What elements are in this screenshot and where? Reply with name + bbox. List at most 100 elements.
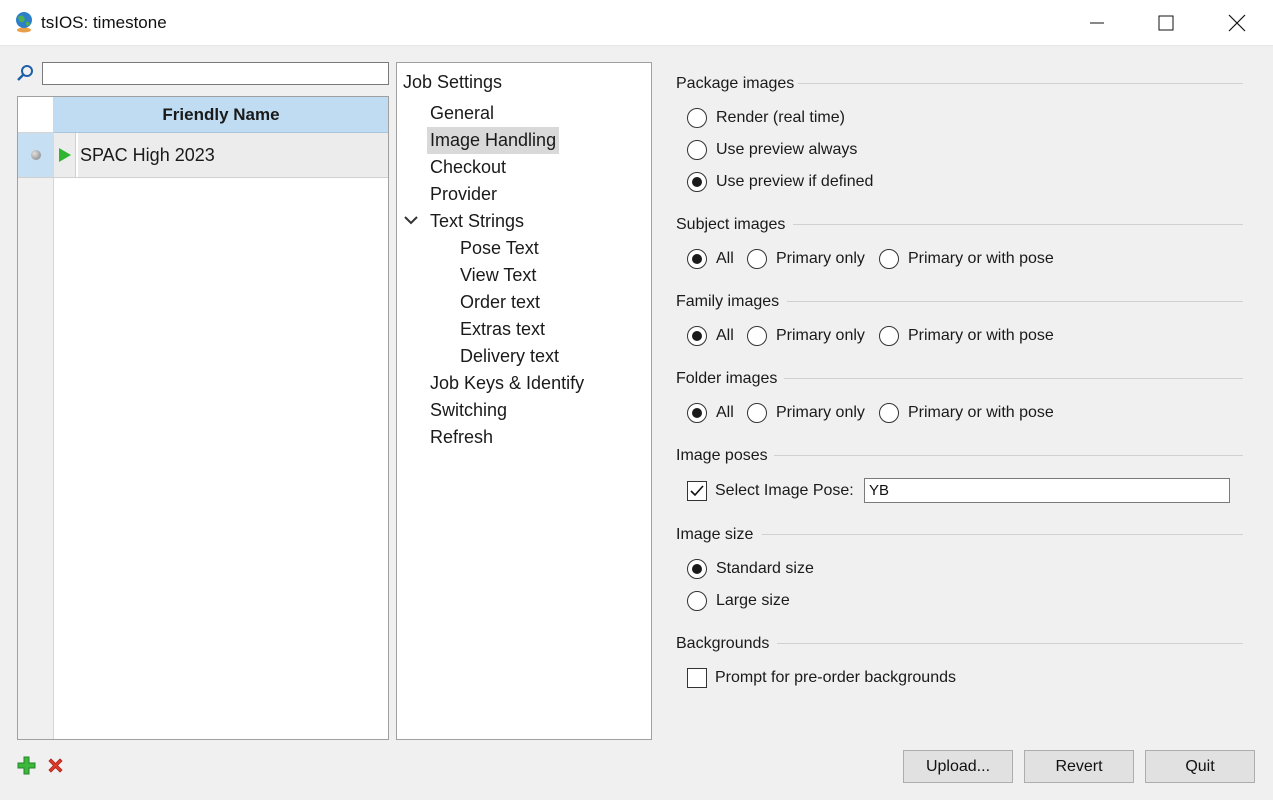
settings-tree[interactable]: Job Settings General Image Handling Chec… — [396, 62, 652, 740]
radio-render-real-time[interactable]: Render (real time) — [687, 107, 845, 129]
add-icon[interactable] — [17, 756, 36, 775]
row-indicator-icon — [31, 150, 41, 160]
checkbox-select-image-pose[interactable]: Select Image Pose: — [687, 480, 854, 502]
search-icon[interactable] — [16, 64, 34, 82]
row-status — [54, 133, 76, 177]
radio-label: Primary or with pose — [908, 404, 1054, 421]
radio-label: All — [716, 250, 734, 267]
row-friendly-name[interactable]: SPAC High 2023 — [78, 133, 388, 177]
radio-folder-primary-or-with-pose[interactable]: Primary or with pose — [879, 402, 1054, 424]
radio-circle-checked — [687, 559, 707, 579]
title-bar: tsIOS: timestone — [0, 0, 1273, 46]
group-title-image-size: Image size — [676, 526, 754, 543]
group-title-backgrounds: Backgrounds — [676, 635, 770, 652]
group-title-family-images: Family images — [676, 293, 780, 310]
radio-label: Use preview if defined — [716, 173, 874, 190]
play-icon — [58, 148, 71, 162]
maximize-button[interactable] — [1131, 0, 1201, 46]
tree-item-refresh[interactable]: Refresh — [427, 424, 496, 451]
radio-circle — [747, 326, 767, 346]
upload-button[interactable]: Upload... — [903, 750, 1013, 783]
tree-item-job-keys-identify[interactable]: Job Keys & Identify — [427, 370, 587, 397]
divider — [784, 378, 1243, 379]
checkbox-prompt-pre-order-backgrounds[interactable]: Prompt for pre-order backgrounds — [687, 667, 956, 689]
radio-label: Primary only — [776, 250, 865, 267]
radio-label: Primary or with pose — [908, 327, 1054, 344]
checkbox-box-checked — [687, 481, 707, 501]
row-selector[interactable] — [18, 133, 54, 177]
divider — [774, 455, 1243, 456]
tree-item-view-text[interactable]: View Text — [457, 262, 539, 289]
close-button[interactable] — [1202, 0, 1272, 46]
tree-item-delivery-text[interactable]: Delivery text — [457, 343, 562, 370]
tree-item-pose-text[interactable]: Pose Text — [457, 235, 542, 262]
grid-corner — [18, 97, 54, 133]
radio-use-preview-if-defined[interactable]: Use preview if defined — [687, 171, 873, 193]
radio-circle-checked — [687, 172, 707, 192]
radio-label: Render (real time) — [716, 109, 845, 126]
search-input[interactable] — [42, 62, 389, 85]
divider — [798, 83, 1243, 84]
radio-folder-primary-only[interactable]: Primary only — [747, 402, 865, 424]
group-title-folder-images: Folder images — [676, 370, 778, 387]
radio-folder-all[interactable]: All — [687, 402, 734, 424]
checkbox-box — [687, 668, 707, 688]
radio-label: Standard size — [716, 560, 814, 577]
radio-label: All — [716, 327, 734, 344]
group-title-image-poses: Image poses — [676, 447, 768, 464]
radio-circle — [687, 140, 707, 160]
column-header-friendly-name[interactable]: Friendly Name — [54, 97, 388, 133]
radio-label: All — [716, 404, 734, 421]
radio-label: Use preview always — [716, 141, 858, 158]
checkmark-icon — [690, 485, 704, 497]
radio-standard-size[interactable]: Standard size — [687, 558, 814, 580]
close-icon — [1228, 14, 1246, 32]
radio-subject-all[interactable]: All — [687, 248, 734, 270]
tree-item-order-text[interactable]: Order text — [457, 289, 543, 316]
tree-item-extras-text[interactable]: Extras text — [457, 316, 548, 343]
delete-icon[interactable] — [46, 756, 65, 775]
radio-subject-primary-or-with-pose[interactable]: Primary or with pose — [879, 248, 1054, 270]
divider — [762, 534, 1243, 535]
maximize-icon — [1158, 15, 1174, 31]
radio-label: Primary only — [776, 327, 865, 344]
quit-button[interactable]: Quit — [1145, 750, 1255, 783]
tree-item-general[interactable]: General — [427, 100, 497, 127]
group-title-subject-images: Subject images — [676, 216, 786, 233]
table-row[interactable]: SPAC High 2023 — [18, 133, 388, 178]
app-globe-icon — [16, 12, 32, 33]
row-header-column — [18, 97, 54, 739]
window-title: tsIOS: timestone — [41, 13, 167, 32]
chevron-down-icon[interactable] — [404, 215, 418, 225]
radio-circle — [879, 326, 899, 346]
tree-item-text-strings[interactable]: Text Strings — [427, 208, 527, 235]
radio-label: Primary only — [776, 404, 865, 421]
radio-subject-primary-only[interactable]: Primary only — [747, 248, 865, 270]
radio-use-preview-always[interactable]: Use preview always — [687, 139, 857, 161]
checkbox-label: Prompt for pre-order backgrounds — [715, 669, 956, 686]
radio-circle — [747, 249, 767, 269]
radio-label: Large size — [716, 592, 790, 609]
divider — [793, 224, 1243, 225]
radio-circle — [879, 403, 899, 423]
radio-label: Primary or with pose — [908, 250, 1054, 267]
jobs-grid[interactable]: Friendly Name SPAC High 2023 — [17, 96, 389, 740]
radio-large-size[interactable]: Large size — [687, 590, 790, 612]
tree-item-checkout[interactable]: Checkout — [427, 154, 509, 181]
radio-family-all[interactable]: All — [687, 325, 734, 347]
tree-item-provider[interactable]: Provider — [427, 181, 500, 208]
radio-circle — [687, 108, 707, 128]
radio-circle — [879, 249, 899, 269]
revert-button[interactable]: Revert — [1024, 750, 1134, 783]
minimize-button[interactable] — [1062, 0, 1132, 46]
tree-root-job-settings[interactable]: Job Settings — [400, 69, 505, 96]
image-pose-input[interactable] — [864, 478, 1230, 503]
checkbox-label: Select Image Pose: — [715, 482, 854, 499]
tree-item-switching[interactable]: Switching — [427, 397, 510, 424]
tree-item-image-handling[interactable]: Image Handling — [427, 127, 560, 154]
radio-circle-checked — [687, 326, 707, 346]
radio-family-primary-only[interactable]: Primary only — [747, 325, 865, 347]
radio-circle-checked — [687, 403, 707, 423]
radio-family-primary-or-with-pose[interactable]: Primary or with pose — [879, 325, 1054, 347]
radio-circle-checked — [687, 249, 707, 269]
